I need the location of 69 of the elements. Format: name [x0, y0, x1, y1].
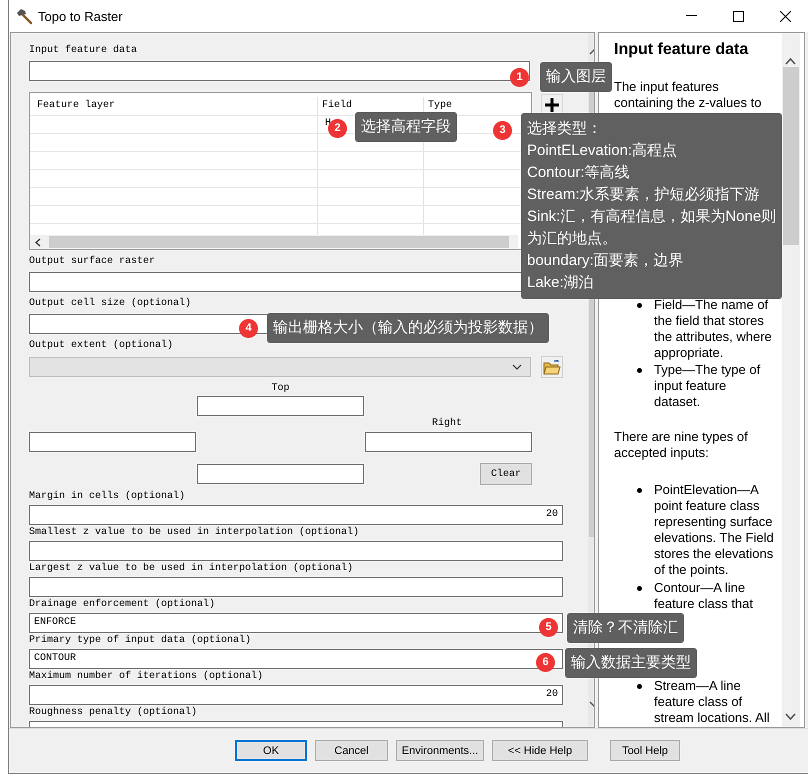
help-title: Input feature data — [614, 41, 750, 59]
input-field[interactable] — [29, 432, 196, 452]
dialog-button[interactable]: OK — [235, 740, 307, 761]
maximize-icon[interactable] — [733, 10, 744, 22]
callout-text: 选择高程字段 — [361, 117, 451, 137]
input-field[interactable] — [197, 396, 364, 416]
input-field[interactable] — [197, 464, 364, 484]
field-label: Primary type of input data (optional) — [29, 634, 252, 648]
callout-text: Stream:水系要素，护短必须指下游 — [527, 185, 760, 205]
chevron-left-icon[interactable] — [35, 238, 41, 246]
callout-text: Contour:等高线 — [527, 163, 630, 183]
field-label: Margin in cells (optional) — [29, 490, 186, 504]
scroll-thumb[interactable] — [49, 236, 509, 248]
input-field[interactable] — [29, 61, 530, 81]
plus-icon — [545, 98, 559, 112]
clear-button[interactable]: Clear — [480, 463, 532, 485]
folder-button[interactable] — [541, 356, 563, 378]
dialog-button[interactable]: << Hide Help — [492, 740, 588, 761]
folder-icon — [543, 360, 561, 374]
field-label: Output surface raster — [29, 254, 156, 269]
callout-text: Lake:湖泊 — [527, 273, 594, 293]
callout-text: 输入数据主要类型 — [571, 653, 691, 673]
dialog-button[interactable]: Cancel — [315, 740, 388, 761]
bullet-icon — [637, 586, 642, 591]
help-text: There are nine types of accepted inputs: — [614, 429, 749, 461]
field-label: Top — [271, 382, 290, 396]
field-label: Right — [432, 417, 462, 431]
vertical-scrollbar[interactable] — [782, 33, 800, 727]
bullet-icon — [637, 303, 642, 308]
bullet-icon — [637, 368, 642, 373]
help-text: Field—The name of the field that stores the attributes, where appropriate. — [654, 297, 773, 361]
tool-help-button[interactable]: Tool Help — [610, 740, 680, 761]
field-label: Roughness penalty (optional) — [29, 706, 198, 720]
input-field[interactable]: 20 — [29, 685, 563, 705]
callout-text: 输入图层 — [546, 67, 606, 87]
help-text: The input features containing the z-values to — [614, 79, 762, 111]
input-field[interactable] — [365, 432, 532, 452]
hammer-icon — [16, 8, 33, 24]
field-label: Largest z value to be used in interpolation (optional) — [29, 562, 354, 576]
callout-text: 输出栅格大小（输入的必须为投影数据） — [273, 318, 543, 338]
window-title: Topo to Raster — [38, 8, 123, 24]
callout-text: boundary:面要素，边界 — [527, 251, 684, 271]
dialog-button[interactable]: Environments... — [396, 740, 484, 761]
callout-text: 选择类型： — [527, 119, 602, 139]
help-text: PointElevation—A point feature class representing surface elevations. The Field stores the elevations of the points. — [654, 482, 775, 578]
help-text: Type—The type of input feature dataset. — [654, 362, 762, 410]
callout-text: 为汇的地点。 — [527, 229, 617, 249]
callout-text: Sink:汇，有高程信息，如果为None则 — [527, 207, 776, 227]
help-text: Stream—A line feature class of stream locations. All — [654, 678, 771, 726]
callout-text: PointELevation:高程点 — [527, 141, 678, 161]
minimize-icon[interactable] — [686, 15, 697, 17]
input-field[interactable] — [29, 577, 563, 597]
bullet-icon — [637, 488, 642, 493]
column-header: Feature layer — [36, 98, 116, 113]
field-label: Smallest z value to be used in interpolation (optional) — [29, 526, 360, 540]
close-icon[interactable] — [780, 10, 791, 22]
field-label: Output extent (optional) — [29, 338, 174, 353]
callout-text: 清除？不清除汇 — [573, 618, 678, 638]
input-field[interactable]: 20 — [29, 505, 563, 525]
help-text: Contour—A line feature class that — [654, 580, 754, 612]
bullet-icon — [637, 684, 642, 689]
field-label: Maximum number of iterations (optional) — [29, 670, 264, 684]
input-field[interactable] — [29, 541, 563, 561]
field-label: Output cell size (optional) — [29, 296, 192, 311]
add-button[interactable] — [541, 94, 563, 115]
scroll-thumb[interactable] — [783, 67, 799, 245]
field-label: Input feature data — [29, 44, 138, 58]
horizontal-scrollbar[interactable] — [30, 235, 518, 249]
field-label: Drainage enforcement (optional) — [29, 598, 216, 612]
